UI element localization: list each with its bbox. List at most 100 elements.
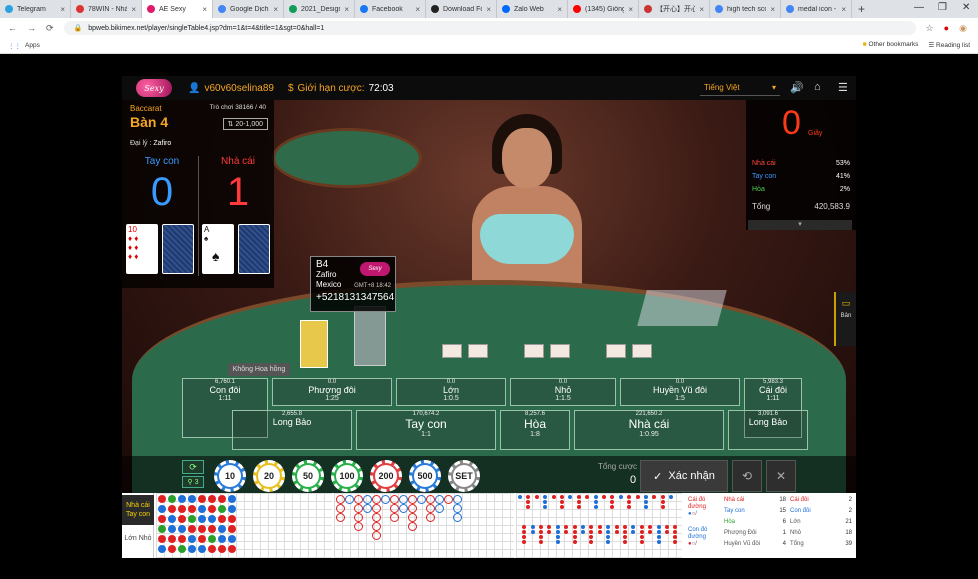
tab-close-icon[interactable]: × [557,5,562,14]
chip[interactable]: 100 [331,460,363,492]
sound-icon[interactable]: 🔊 [790,81,804,94]
tab-close-icon[interactable]: × [415,5,420,14]
browser-tab[interactable]: 2021_Design × [284,0,355,18]
derived-road-mark [648,525,653,529]
card-box [300,320,328,368]
chip[interactable]: 50 [292,460,324,492]
cancel-bet-button[interactable]: ✕ [766,460,796,492]
side-tab[interactable]: ▭ Bản [834,292,856,346]
player-score: 0 [150,170,174,214]
browser-tab[interactable]: AE Sexy × [142,0,213,18]
address-bar[interactable]: 🔒 bpweb.bikimex.net/player/singleTable4.… [63,21,916,35]
refresh-button[interactable]: ⟳ [182,460,204,474]
browser-tab[interactable]: Telegram × [0,0,71,18]
roadmap-tab-banker-player[interactable]: Nhà cái Tay con [122,495,154,525]
total-bet-label: Tổng cược [598,462,638,471]
browser-tab[interactable]: Zalo Web × [497,0,568,18]
browser-tab[interactable]: Facebook × [355,0,426,18]
stat-row: Hòa 2% [752,186,850,193]
chip[interactable]: 500 [409,460,441,492]
home-icon[interactable]: ⌂ [814,81,821,93]
tab-close-icon[interactable]: × [699,5,704,14]
new-tab-icon[interactable]: + [858,2,865,16]
tab-close-icon[interactable]: × [770,5,775,14]
browser-tab[interactable]: Download Fo × [426,0,497,18]
bead-mark [218,545,226,553]
viewer-count[interactable]: ⚲ 3 [182,476,204,488]
bet-zone[interactable]: 0.0 Nhỏ 1:1.5 [510,378,616,406]
ask-player[interactable]: Con đó đường ●○/ [688,527,722,548]
browser-tab[interactable]: Google Dịch × [213,0,284,18]
round-info: Trò chơi 38166 / 40 [209,104,266,111]
expand-stats-toggle[interactable]: ▾ [748,220,852,230]
hamburger-menu-icon[interactable]: ☰ [838,81,848,94]
confirm-button[interactable]: ✓ Xác nhận [640,460,728,492]
tab-close-icon[interactable]: × [628,5,633,14]
bead-mark [178,545,186,553]
profile-avatar[interactable]: ◉ [959,23,967,34]
other-bookmarks[interactable]: ■ Other bookmarks [863,41,919,49]
bet-zone[interactable]: 8,257.6 Hòa 1:8 [500,410,570,450]
chip[interactable]: 20 [253,460,285,492]
bet-zone[interactable]: 2,655.8 Long Bảo [232,410,352,450]
browser-tab[interactable]: (1345) Giống × [568,0,639,18]
ask-banker[interactable]: Cái đó đường ●○/ [688,497,722,518]
bead-mark [208,535,216,543]
tab-close-icon[interactable]: × [273,5,278,14]
reading-list[interactable]: ☰ Reading list [928,41,970,49]
bet-zone[interactable]: 0.0 Huyền Vũ đôi 1:5 [620,378,740,406]
tab-close-icon[interactable]: × [344,5,349,14]
language-select[interactable]: Tiếng Việt ▾ [700,80,780,96]
bet-zone[interactable]: 3,091.6 Long Bảo [728,410,808,450]
tab-title: high tech sco [727,5,767,13]
extension-icon[interactable]: ● [944,23,949,33]
tab-favicon-icon [786,5,794,13]
derived-road-mark [602,495,606,499]
bead-mark [198,545,206,553]
forward-icon[interactable]: → [27,23,36,33]
game-name: Baccarat [130,104,162,113]
bet-zone[interactable]: 170,674.2 Tay con 1:1 [356,410,496,450]
derived-road-mark [631,525,636,529]
derived-road-mark [597,530,602,534]
tab-close-icon[interactable]: × [841,5,846,14]
no-commission-badge[interactable]: Không Hoa hồng [228,363,290,376]
maximize-icon[interactable]: ❐ [938,2,947,13]
minimize-icon[interactable]: — [914,2,924,13]
bet-zone[interactable]: 0.0 Phượng đôi 1:25 [272,378,392,406]
table-cards [442,344,652,358]
browser-tab[interactable]: high tech sco × [710,0,781,18]
close-window-icon[interactable]: ✕ [962,2,970,13]
tab-close-icon[interactable]: × [60,5,65,14]
browser-tab[interactable]: medal icon - × [781,0,852,18]
big-road-mark [453,504,462,513]
bet-zone[interactable]: 0.0 Lớn 1:0.5 [396,378,506,406]
chip[interactable]: 10 [214,460,246,492]
derived-road-mark [652,495,657,499]
chip[interactable]: SET [448,460,480,492]
back-icon[interactable]: ← [8,23,17,33]
overlay-time: GMT+8 18:42 [354,283,391,289]
repeat-bet-button[interactable]: ⟲ [732,460,762,492]
bet-range[interactable]: ⇅ 20-1,000 [222,118,268,130]
chip[interactable]: 200 [370,460,402,492]
browser-toolbar: ← → ⟳ 🔒 bpweb.bikimex.net/player/singleT… [0,18,978,38]
tab-title: Zalo Web [514,5,544,13]
bet-zone[interactable]: 221,650.2 Nhà cái 1:0.95 [574,410,724,450]
tab-close-icon[interactable]: × [202,5,207,14]
derived-road-mark [555,535,560,539]
reload-icon[interactable]: ⟳ [46,23,54,34]
bead-mark [158,535,166,543]
apps-icon[interactable]: ⋮⋮ [8,42,21,50]
derived-road-mark [576,505,581,509]
tab-close-icon[interactable]: × [486,5,491,14]
url-text: bpweb.bikimex.net/player/singleTable4.js… [88,24,325,32]
tab-close-icon[interactable]: × [131,5,136,14]
apps-link[interactable]: Apps [25,42,40,49]
player-card-back [162,224,194,274]
browser-tab[interactable]: 【开心】开心7 × [639,0,710,18]
roadmap-tab-big-small[interactable]: Lớn Nhỏ [122,529,154,557]
big-road-mark [390,504,399,513]
star-icon[interactable]: ☆ [926,23,934,34]
browser-tab[interactable]: 78WIN - Nhà × [71,0,142,18]
